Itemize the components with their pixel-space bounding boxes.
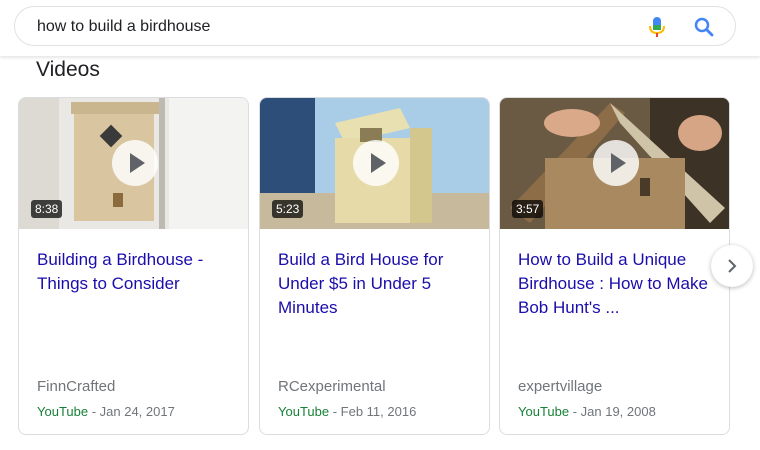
search-header: how to build a birdhouse bbox=[0, 0, 760, 56]
video-meta: YouTube - Jan 24, 2017 bbox=[37, 404, 175, 419]
search-query[interactable]: how to build a birdhouse bbox=[37, 18, 210, 36]
search-input[interactable]: how to build a birdhouse bbox=[14, 6, 736, 46]
video-title[interactable]: Build a Bird House for Under $5 in Under… bbox=[278, 248, 478, 320]
chevron-right-icon bbox=[728, 259, 737, 273]
video-duration: 3:57 bbox=[512, 200, 544, 218]
video-channel: expertvillage bbox=[518, 378, 603, 395]
video-channel: FinnCrafted bbox=[37, 378, 116, 395]
search-icon[interactable] bbox=[693, 16, 715, 38]
video-date: - Jan 24, 2017 bbox=[88, 404, 175, 419]
microphone-icon[interactable] bbox=[648, 16, 666, 38]
video-date: - Feb 11, 2016 bbox=[329, 404, 417, 419]
video-source: YouTube bbox=[278, 404, 330, 419]
video-source: YouTube bbox=[37, 404, 89, 419]
video-card[interactable]: 5:23 Build a Bird House for Under $5 in … bbox=[259, 97, 490, 435]
carousel-next-button[interactable] bbox=[711, 245, 753, 287]
video-meta: YouTube - Jan 19, 2008 bbox=[518, 404, 656, 419]
video-duration: 5:23 bbox=[272, 200, 304, 218]
video-card[interactable]: 3:57 How to Build a Unique Birdhouse : H… bbox=[499, 97, 730, 435]
video-meta: YouTube - Feb 11, 2016 bbox=[278, 404, 416, 419]
play-icon[interactable] bbox=[593, 140, 639, 186]
play-icon[interactable] bbox=[353, 140, 399, 186]
video-title[interactable]: Building a Birdhouse - Things to Conside… bbox=[37, 248, 237, 296]
video-thumbnail[interactable]: 5:23 bbox=[260, 98, 489, 229]
video-thumbnail[interactable]: 3:57 bbox=[500, 98, 729, 229]
video-duration: 8:38 bbox=[31, 200, 63, 218]
play-icon[interactable] bbox=[112, 140, 158, 186]
video-card[interactable]: 8:38 Building a Birdhouse - Things to Co… bbox=[18, 97, 249, 435]
video-date: - Jan 19, 2008 bbox=[569, 404, 656, 419]
video-title[interactable]: How to Build a Unique Birdhouse : How to… bbox=[518, 248, 718, 320]
video-thumbnail[interactable]: 8:38 bbox=[19, 98, 248, 229]
video-channel: RCexperimental bbox=[278, 378, 386, 395]
video-source: YouTube bbox=[518, 404, 570, 419]
section-title: Videos bbox=[36, 58, 100, 81]
